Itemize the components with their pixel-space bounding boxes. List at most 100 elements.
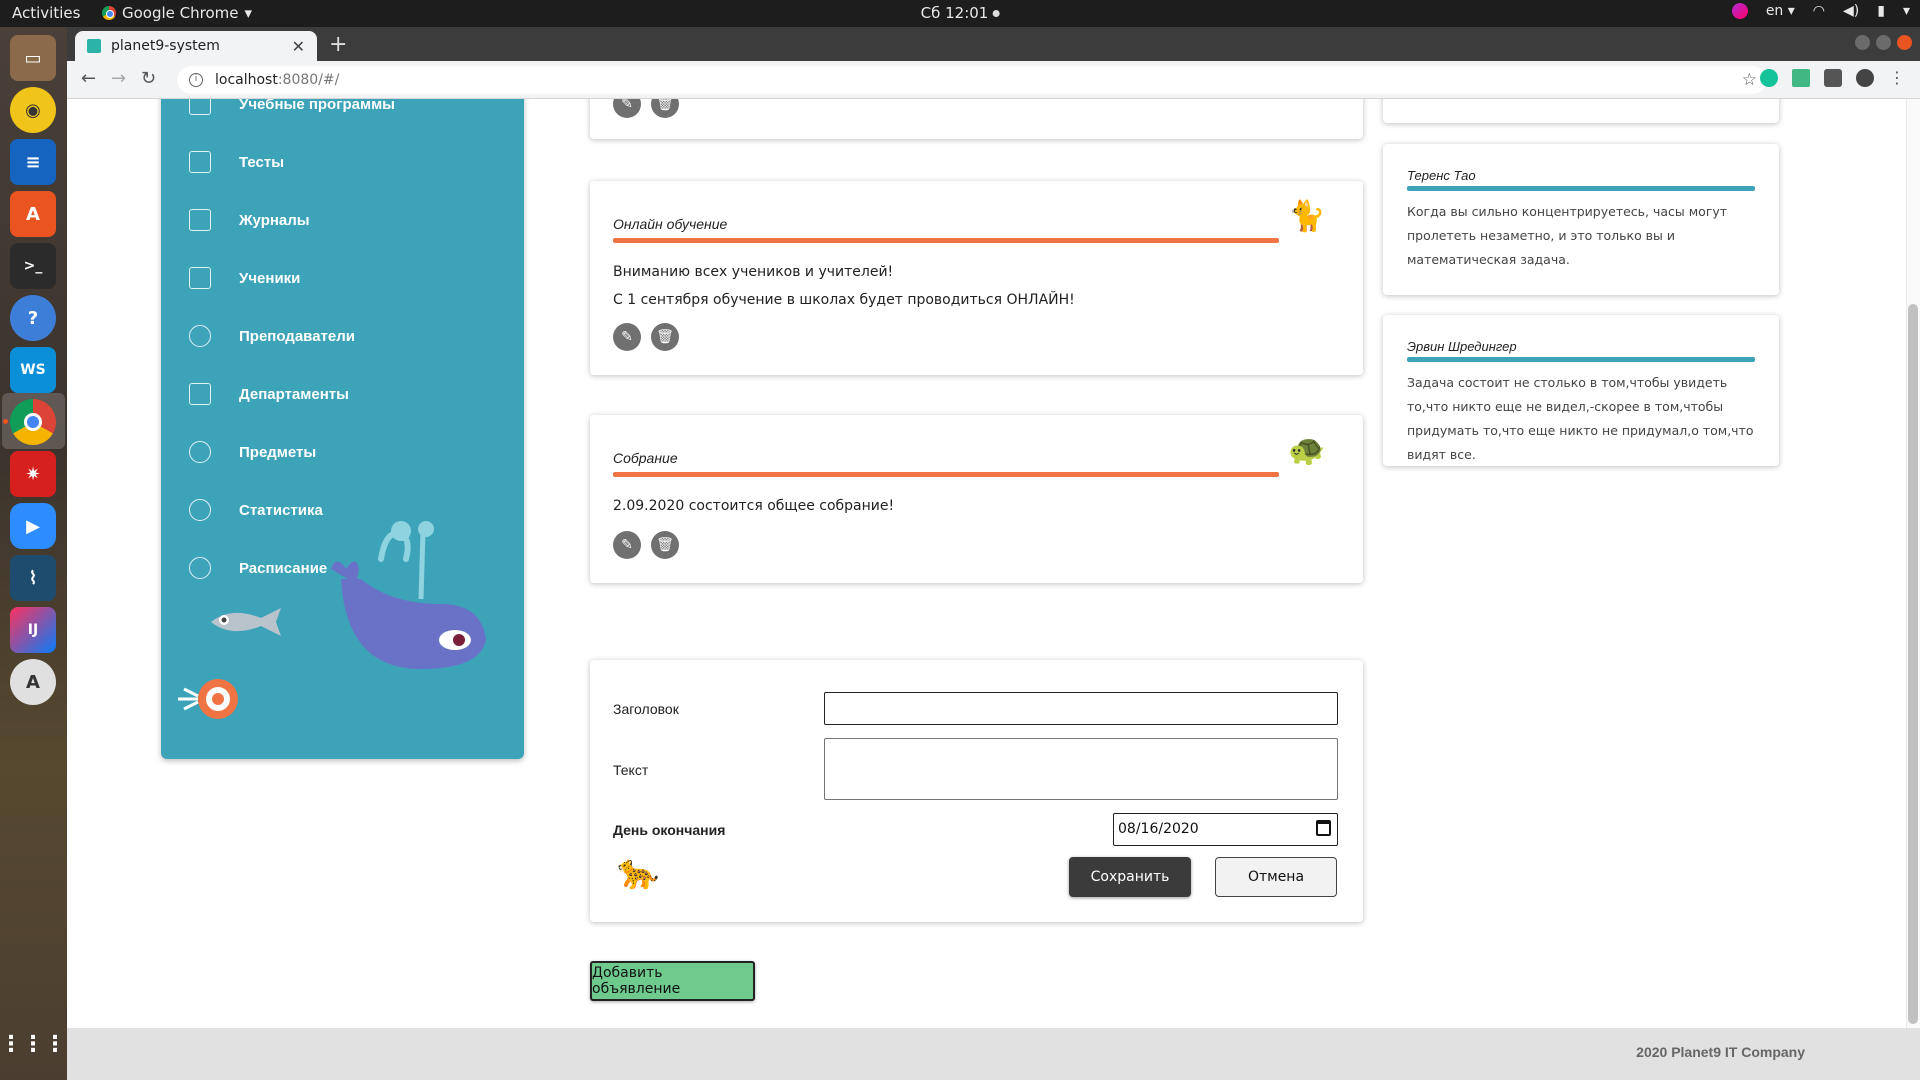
save-button[interactable]: Сохранить: [1069, 857, 1191, 897]
software-updater-icon[interactable]: A: [10, 659, 56, 705]
announcement-title: Собрание: [613, 450, 678, 466]
dock: ▭ ◉ ≡ A >_ ? WS ✷ ▶ ⌇ IJ A ⋮⋮⋮: [0, 27, 67, 1080]
system-menu-icon[interactable]: ▾: [1903, 3, 1910, 19]
sidebar-item-schedule[interactable]: Расписание: [189, 553, 327, 583]
mysql-workbench-icon[interactable]: ⌇: [10, 555, 56, 601]
departments-icon: [189, 383, 211, 405]
forward-icon[interactable]: →: [111, 68, 126, 89]
zoom-icon[interactable]: ▶: [10, 503, 56, 549]
announcement-card: Онлайн обучение 🐈 Вниманию всех учеников…: [590, 181, 1363, 375]
rhythmbox-icon[interactable]: ◉: [10, 87, 56, 133]
quote-author: Эрвин Шредингер: [1407, 339, 1517, 354]
site-info-icon[interactable]: i: [189, 73, 203, 87]
whale-illustration: [331, 521, 486, 669]
battery-icon[interactable]: ▮: [1877, 3, 1885, 19]
sidebar-item-statistics[interactable]: Статистика: [189, 495, 323, 525]
delete-button[interactable]: 🗑: [651, 323, 679, 351]
sidebar-item-tests[interactable]: Тесты: [189, 147, 284, 177]
chrome-dock-icon[interactable]: [10, 399, 56, 445]
browser-toolbar: ← → ↻ i localhost:8080/#/ ☆ ⋮: [67, 61, 1920, 99]
vue-devtools-icon[interactable]: [1792, 69, 1810, 87]
quote-card: Эрвин Шредингер Задача состоит не стольк…: [1383, 315, 1779, 466]
close-tab-icon[interactable]: ✕: [292, 37, 305, 56]
quote-text: Когда вы сильно концентрируетесь, часы м…: [1407, 204, 1728, 267]
title-input[interactable]: [824, 692, 1338, 725]
sidebar-item-students[interactable]: Ученики: [189, 263, 300, 293]
show-applications-icon[interactable]: ⋮⋮⋮: [0, 1021, 66, 1067]
extensions-puzzle-icon[interactable]: [1824, 69, 1842, 87]
back-icon[interactable]: ←: [81, 68, 96, 89]
language-indicator[interactable]: en ▾: [1766, 3, 1795, 19]
app-menu[interactable]: Google Chrome ▾: [102, 4, 252, 22]
scrollbar[interactable]: [1906, 99, 1920, 1028]
add-announcement-button[interactable]: Добавить объявление: [590, 961, 755, 1001]
lang-text: en: [1765, 3, 1784, 19]
edit-button[interactable]: ✎: [613, 99, 641, 118]
trash-icon: 🗑: [656, 329, 674, 345]
sidebar-item-curriculum[interactable]: Учебные программы: [189, 99, 395, 119]
address-bar[interactable]: i localhost:8080/#/ ☆: [177, 66, 1767, 94]
system-tray: en ▾ ◠ ◀) ▮ ▾: [1731, 3, 1910, 19]
quote-author: Теренс Тао: [1407, 168, 1476, 183]
help-icon[interactable]: ?: [10, 295, 56, 341]
edit-button[interactable]: ✎: [613, 323, 641, 351]
favicon-icon: [87, 39, 101, 53]
end-date-input[interactable]: 08/16/2020: [1113, 813, 1338, 846]
software-center-icon[interactable]: A: [10, 191, 56, 237]
new-tab-button[interactable]: +: [329, 32, 347, 57]
extensions-area: ⋮: [1760, 69, 1906, 87]
sidebar-item-label: Расписание: [239, 559, 328, 577]
announcement-line: Вниманию всех учеников и учителей!: [613, 264, 894, 280]
sidebar-item-departments[interactable]: Департаменты: [189, 379, 349, 409]
flame-icon[interactable]: [1731, 3, 1748, 19]
cancel-button[interactable]: Отмена: [1215, 857, 1337, 897]
files-icon[interactable]: ▭: [10, 35, 56, 81]
pencil-icon: ✎: [621, 537, 633, 553]
sidebar-item-journals[interactable]: Журналы: [189, 205, 310, 235]
wolfram-icon[interactable]: ✷: [10, 451, 56, 497]
close-window-button[interactable]: [1897, 35, 1912, 50]
maximize-button[interactable]: [1876, 35, 1891, 50]
terminal-icon[interactable]: >_: [10, 243, 56, 289]
clock[interactable]: Сб 12:01: [921, 4, 1000, 22]
quote-underline: [1407, 357, 1755, 362]
delete-button[interactable]: 🗑: [651, 531, 679, 559]
subjects-icon: [189, 441, 211, 463]
scrollbar-thumb[interactable]: [1908, 304, 1918, 1024]
intellij-icon[interactable]: IJ: [10, 607, 56, 653]
chrome-menu-icon[interactable]: ⋮: [1888, 69, 1906, 87]
title-underline: [613, 472, 1279, 477]
schedule-icon: [189, 557, 211, 579]
wifi-icon[interactable]: ◠: [1813, 3, 1825, 19]
url-host: localhost: [215, 72, 278, 88]
webstorm-icon[interactable]: WS: [10, 347, 56, 393]
sidebar-item-teachers[interactable]: Преподаватели: [189, 321, 355, 351]
reload-icon[interactable]: ↻: [141, 68, 156, 89]
app-name: Google Chrome: [122, 4, 239, 22]
trash-icon: 🗑: [656, 99, 674, 112]
turtle-icon: 🐢: [1288, 433, 1326, 468]
activities-button[interactable]: Activities: [12, 4, 80, 22]
announcement-text: 2.09.2020 состоится общее собрание!: [613, 492, 894, 520]
browser-tab[interactable]: planet9-system ✕: [75, 31, 317, 61]
minimize-button[interactable]: [1855, 35, 1870, 50]
sidebar: Учебные программы Тесты Журналы Ученики …: [161, 99, 524, 759]
teachers-icon: [189, 325, 211, 347]
text-textarea[interactable]: [824, 738, 1338, 800]
sidebar-item-subjects[interactable]: Предметы: [189, 437, 316, 467]
announcement-title: Онлайн обучение: [613, 216, 728, 232]
sidebar-item-label: Преподаватели: [239, 327, 355, 345]
delete-button[interactable]: 🗑: [651, 99, 679, 118]
bookmark-star-icon[interactable]: ☆: [1742, 70, 1757, 90]
volume-icon[interactable]: ◀): [1843, 3, 1859, 19]
rocket-illustration: [178, 679, 238, 719]
title-label: Заголовок: [613, 701, 679, 717]
announcement-line: С 1 сентября обучение в школах будет про…: [613, 292, 1075, 308]
calendar-icon[interactable]: [1316, 820, 1331, 836]
announcement-text: Вниманию всех учеников и учителей! С 1 с…: [613, 258, 1075, 314]
writer-icon[interactable]: ≡: [10, 139, 56, 185]
grammarly-icon[interactable]: [1760, 69, 1778, 87]
edit-button[interactable]: ✎: [613, 531, 641, 559]
curriculum-icon: [189, 99, 211, 115]
profile-avatar-icon[interactable]: [1856, 69, 1874, 87]
